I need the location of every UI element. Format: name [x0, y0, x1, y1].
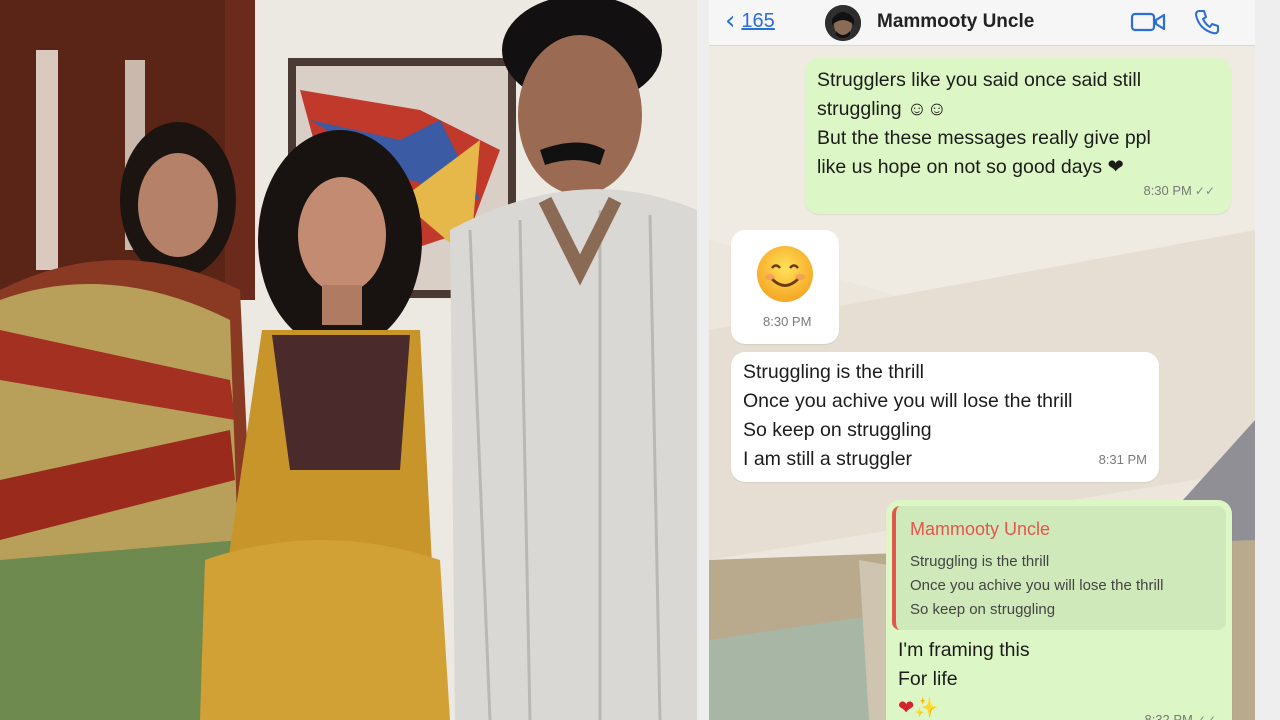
message-time: 8:32 PM	[1144, 712, 1193, 720]
quoted-line: So keep on struggling	[910, 601, 1056, 618]
photo	[0, 0, 697, 720]
message-line: struggling ☺☺	[817, 98, 947, 120]
message-bubble-outgoing[interactable]: Mammooty Uncle Struggling is the thrill …	[886, 500, 1232, 720]
smiling-face-icon	[755, 244, 815, 313]
message-time: 8:31 PM	[1098, 452, 1147, 467]
avatar[interactable]	[825, 5, 861, 41]
chat-screen: ‹ 165 Mammooty Uncle Strugglers like you…	[709, 0, 1255, 720]
message-line: For life	[898, 668, 958, 690]
message-line: Once you achive you will lose the thrill	[743, 390, 1073, 412]
chat-header: ‹ 165 Mammooty Uncle	[709, 0, 1255, 46]
unread-count: 165	[741, 9, 775, 32]
quoted-sender: Mammooty Uncle	[910, 519, 1051, 539]
message-line: Strugglers like you said once said still	[817, 69, 1142, 91]
message-line: like us hope on not so good days ❤	[817, 156, 1124, 178]
message-line: But the these messages really give ppl	[817, 127, 1151, 149]
back-button[interactable]: ‹ 165	[725, 8, 775, 34]
message-bubble-incoming[interactable]: 8:30 PM	[731, 230, 839, 344]
message-line: I am still a struggler	[743, 448, 913, 470]
video-call-icon[interactable]	[1130, 10, 1166, 39]
quoted-line: Struggling is the thrill	[910, 553, 1050, 570]
divider	[697, 0, 709, 720]
message-bubble-incoming[interactable]: Struggling is the thrill Once you achive…	[731, 352, 1159, 482]
message-time: 8:30 PM	[1143, 183, 1192, 198]
message-bubble-outgoing[interactable]: Strugglers like you said once said still…	[805, 58, 1231, 214]
read-ticks-icon: ✓✓	[1195, 713, 1216, 720]
message-line: I'm framing this	[898, 639, 1030, 661]
message-line: ❤✨	[898, 697, 939, 719]
contact-name[interactable]: Mammooty Uncle	[877, 11, 1034, 33]
group-photo-illustration	[0, 0, 697, 720]
message-time: 8:30 PM	[763, 314, 812, 329]
message-line: Struggling is the thrill	[743, 361, 925, 383]
phone-call-icon[interactable]	[1193, 8, 1221, 41]
read-ticks-icon: ✓✓	[1194, 184, 1215, 198]
avatar-icon	[825, 5, 861, 41]
message-line: So keep on struggling	[743, 419, 932, 441]
right-margin	[1255, 0, 1280, 720]
quoted-message[interactable]: Mammooty Uncle Struggling is the thrill …	[892, 506, 1226, 630]
quoted-line: Once you achive you will lose the thrill	[910, 577, 1164, 594]
chevron-left-icon: ‹	[725, 6, 736, 36]
